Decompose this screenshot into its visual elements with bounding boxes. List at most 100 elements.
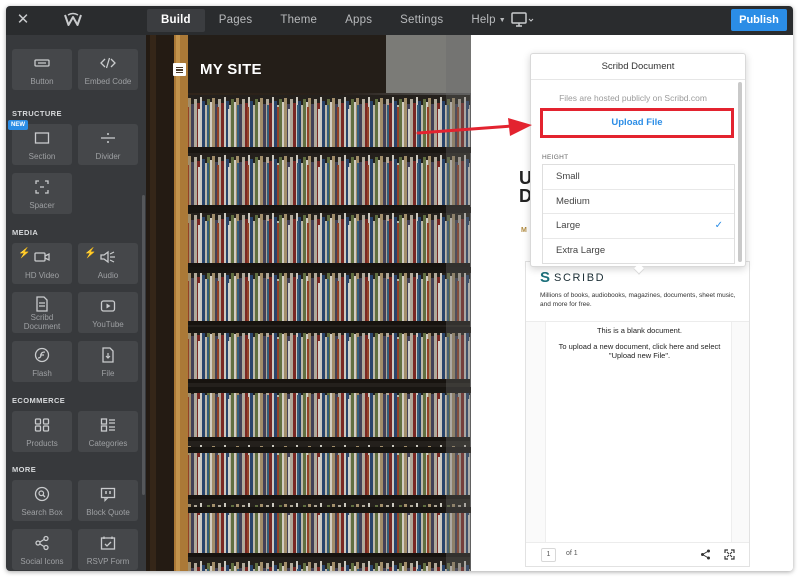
tile-label: YouTube <box>92 320 124 329</box>
scribd-description: Millions of books, audiobooks, magazines… <box>540 292 736 308</box>
tile-block-quote[interactable]: Block Quote <box>78 480 138 521</box>
desktop-monitor-icon[interactable] <box>510 12 536 28</box>
tile-label: Embed Code <box>84 77 132 86</box>
option-label: Small <box>556 171 580 182</box>
file-download-icon <box>102 347 114 363</box>
nav-theme[interactable]: Theme <box>266 9 331 32</box>
section-heading-structure: STRUCTURE <box>12 109 62 118</box>
tile-label: RSVP Form <box>86 557 130 566</box>
tile-file[interactable]: File <box>78 341 138 382</box>
tile-rsvp-form[interactable]: RSVP Form <box>78 529 138 570</box>
products-grid-icon <box>34 418 50 432</box>
tile-section[interactable]: Section <box>12 124 72 165</box>
chevron-down-icon: ▼ <box>498 17 506 24</box>
spacer-icon <box>35 180 49 194</box>
tile-label: Products <box>26 439 58 448</box>
quote-icon <box>100 487 116 502</box>
site-header[interactable]: MY SITE <box>173 61 262 78</box>
document-page[interactable]: This is a blank document. To upload a ne… <box>545 322 732 542</box>
tile-label: Categories <box>88 439 128 448</box>
hosting-note: Files are hosted publicly on Scribd.com <box>559 93 707 103</box>
height-options: Small Medium Large ✓ Extra Large <box>542 164 735 264</box>
lightning-icon: ⚡ <box>18 248 31 259</box>
page-text-fragment: M <box>521 227 527 234</box>
page-count: of 1 <box>566 550 578 557</box>
tile-flash[interactable]: Flash <box>12 341 72 382</box>
tile-audio[interactable]: ⚡ Audio <box>78 243 138 284</box>
flash-icon <box>34 347 50 363</box>
site-title[interactable]: MY SITE <box>200 61 262 78</box>
youtube-play-icon <box>100 300 116 312</box>
calendar-check-icon <box>100 536 116 550</box>
height-option-large[interactable]: Large ✓ <box>543 214 734 239</box>
option-label: Large <box>556 220 581 231</box>
hero-section[interactable]: MY SITE <box>146 35 471 571</box>
document-icon <box>36 296 48 312</box>
height-option-small[interactable]: Small <box>543 165 734 190</box>
upload-file-button[interactable]: Upload File <box>540 108 734 138</box>
tile-spacer[interactable]: Spacer <box>12 173 72 214</box>
option-label: Medium <box>556 195 590 207</box>
share-icon <box>35 535 49 551</box>
publish-button[interactable]: Publish <box>731 9 787 31</box>
tile-divider[interactable]: Divider <box>78 124 138 165</box>
close-icon[interactable]: ✕ <box>14 11 32 29</box>
annotation-arrow <box>416 118 532 136</box>
nav-apps[interactable]: Apps <box>331 9 386 32</box>
tile-categories[interactable]: Categories <box>78 411 138 452</box>
share-icon[interactable] <box>700 549 711 560</box>
page-number-input[interactable]: 1 <box>541 548 556 562</box>
scribd-embed[interactable]: S SCRIBD Millions of books, audiobooks, … <box>525 261 750 567</box>
search-icon <box>34 486 50 502</box>
editor-window: ✕ Build Pages Theme Apps Settings Help ▼ … <box>6 6 793 571</box>
height-option-medium[interactable]: Medium <box>543 190 734 214</box>
tile-hd-video[interactable]: ⚡ HD Video <box>12 243 72 284</box>
tile-search-box[interactable]: Search Box <box>12 480 72 521</box>
tile-label: Audio <box>97 271 119 280</box>
elements-sidebar: Button Embed Code STRUCTURE Section NEW … <box>6 35 146 571</box>
fullscreen-icon[interactable] <box>724 549 735 560</box>
tile-label-line2: Document <box>23 322 61 331</box>
tile-social-icons[interactable]: Social Icons <box>12 529 72 570</box>
section-icon <box>34 132 50 144</box>
page-content: U D M S SCRIBD Millions of books, audiob… <box>471 35 793 571</box>
nav-help-label: Help <box>471 14 496 26</box>
tile-products[interactable]: Products <box>12 411 72 452</box>
top-bar: ✕ Build Pages Theme Apps Settings Help ▼ … <box>6 6 793 35</box>
scribd-settings-popover: Scribd Document Files are hosted publicl… <box>530 53 746 275</box>
tile-button[interactable]: Button <box>12 49 72 90</box>
nav-build[interactable]: Build <box>147 9 205 32</box>
main-nav: Build Pages Theme Apps Settings Help ▼ <box>147 9 520 32</box>
hamburger-menu-icon[interactable] <box>173 63 186 76</box>
tile-label: Flash <box>32 369 52 378</box>
height-option-extra-large[interactable]: Extra Large <box>543 239 734 264</box>
height-label: HEIGHT <box>542 154 569 161</box>
scribd-brand: SCRIBD <box>554 271 606 284</box>
upload-instructions-text[interactable]: To upload a new document, click here and… <box>556 342 723 360</box>
video-camera-icon <box>34 252 50 262</box>
nav-settings[interactable]: Settings <box>386 9 457 32</box>
weebly-logo-icon[interactable] <box>64 12 82 28</box>
scribd-s-icon: S <box>540 269 551 286</box>
section-heading-media: MEDIA <box>12 228 39 237</box>
button-icon <box>34 59 50 67</box>
divider-icon <box>101 133 115 143</box>
code-icon <box>100 57 116 69</box>
tile-label: Section <box>28 152 56 161</box>
checkmark-icon: ✓ <box>714 220 723 231</box>
section-heading-ecommerce: ECOMMERCE <box>12 396 66 405</box>
tile-youtube[interactable]: YouTube <box>78 292 138 333</box>
tile-label: Divider <box>95 152 121 161</box>
bookshelf-photo <box>146 35 471 571</box>
tile-scribd-document[interactable]: Scribd Document <box>12 292 72 333</box>
categories-list-icon <box>100 418 115 432</box>
speaker-icon <box>100 250 115 264</box>
tile-embed-code[interactable]: Embed Code <box>78 49 138 90</box>
scribd-logo: S SCRIBD <box>540 269 605 286</box>
scribd-embed-footer: 1 of 1 <box>526 542 749 566</box>
option-label: Extra Large <box>556 244 606 256</box>
popover-scrollbar[interactable] <box>738 82 742 262</box>
nav-pages[interactable]: Pages <box>205 9 267 32</box>
sidebar-scrollbar[interactable] <box>142 195 145 495</box>
lightning-icon: ⚡ <box>84 248 97 259</box>
